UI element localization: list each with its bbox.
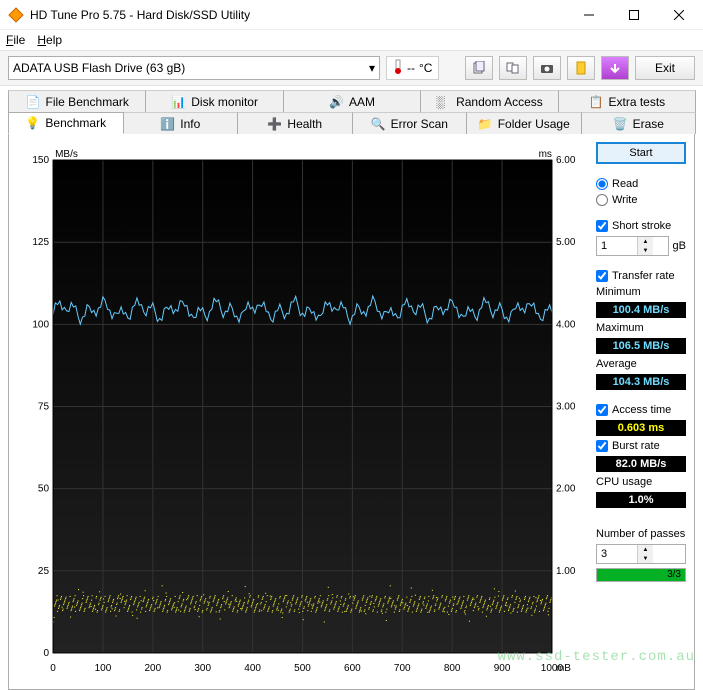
speaker-icon: 🔊 [329,95,343,109]
health-icon: ➕ [267,117,281,131]
thermometer-icon [393,59,403,78]
passes-input[interactable] [597,548,637,560]
progress-bar: 3/3 [596,568,686,582]
short-stroke-check[interactable] [596,220,608,232]
tab-file-benchmark[interactable]: 📄File Benchmark [8,90,146,112]
folder-icon: 📁 [478,117,492,131]
svg-text:0: 0 [50,663,56,674]
svg-text:300: 300 [194,663,211,674]
svg-text:500: 500 [294,663,311,674]
max-value: 106.5 MB/s [596,338,686,354]
svg-text:125: 125 [32,237,49,248]
tab-erase[interactable]: 🗑️Erase [581,112,697,134]
svg-text:ms: ms [539,149,552,160]
burst-rate-check[interactable] [596,440,608,452]
access-time-check[interactable] [596,404,608,416]
close-button[interactable] [656,0,701,29]
min-label: Minimum [596,286,686,298]
bulb-icon: 💡 [25,116,39,130]
save-button[interactable] [601,56,629,80]
magnify-icon: 🔍 [371,117,385,131]
svg-text:100: 100 [95,663,112,674]
copy-info-button[interactable] [465,56,493,80]
short-stroke-spinner[interactable]: ▲▼ [637,237,653,255]
file-icon: 📄 [26,95,40,109]
device-select-text: ADATA USB Flash Drive (63 gB) [13,61,185,75]
cpu-value: 1.0% [596,492,686,508]
options-button[interactable] [567,56,595,80]
svg-text:5.00: 5.00 [556,237,576,248]
menu-file[interactable]: File [6,33,25,47]
tabs: 📄File Benchmark 📊Disk monitor 🔊AAM ░Rand… [0,86,703,134]
passes-spinner[interactable]: ▲▼ [637,545,653,563]
read-radio[interactable] [596,178,608,190]
extra-icon: 📋 [588,95,602,109]
benchmark-chart: 0100200300400500600700800900100002550751… [17,142,588,681]
svg-text:50: 50 [38,484,50,495]
content: 0100200300400500600700800900100002550751… [8,134,695,690]
passes-label: Number of passes [596,528,686,540]
svg-text:1.00: 1.00 [556,566,576,577]
erase-icon: 🗑️ [613,117,627,131]
svg-text:MB/s: MB/s [55,149,78,160]
write-radio[interactable] [596,194,608,206]
start-button[interactable]: Start [596,142,686,164]
tab-benchmark[interactable]: 💡Benchmark [8,112,124,134]
exit-button[interactable]: Exit [635,56,695,80]
svg-text:200: 200 [144,663,161,674]
burst-value: 82.0 MB/s [596,456,686,472]
svg-text:75: 75 [38,401,50,412]
chevron-down-icon: ▾ [369,61,375,75]
svg-text:800: 800 [444,663,461,674]
short-stroke-input[interactable] [597,240,637,252]
tab-folder-usage[interactable]: 📁Folder Usage [466,112,582,134]
minimize-button[interactable] [566,0,611,29]
titlebar: HD Tune Pro 5.75 - Hard Disk/SSD Utility [0,0,703,30]
maximize-button[interactable] [611,0,656,29]
temp-unit: °C [419,61,432,75]
toolbar: ADATA USB Flash Drive (63 gB) ▾ -- °C Ex… [0,50,703,86]
tab-health[interactable]: ➕Health [237,112,353,134]
device-select[interactable]: ADATA USB Flash Drive (63 gB) ▾ [8,56,380,80]
svg-text:4.00: 4.00 [556,319,576,330]
chart-icon: 📊 [171,95,185,109]
svg-text:150: 150 [32,155,49,166]
svg-text:600: 600 [344,663,361,674]
svg-text:3.00: 3.00 [556,401,576,412]
side-panel: Start Read Write Short stroke ▲▼ gB Tran… [588,142,686,681]
tab-random-access[interactable]: ░Random Access [420,90,558,112]
screenshot-button[interactable] [533,56,561,80]
svg-text:400: 400 [244,663,261,674]
random-icon: ░ [436,95,450,109]
app-icon [8,7,24,23]
transfer-rate-check[interactable] [596,270,608,282]
menubar: File Help [0,30,703,50]
access-value: 0.603 ms [596,420,686,436]
tab-aam[interactable]: 🔊AAM [283,90,421,112]
svg-text:700: 700 [394,663,411,674]
svg-text:2.00: 2.00 [556,484,576,495]
info-icon: ℹ️ [160,117,174,131]
tab-disk-monitor[interactable]: 📊Disk monitor [145,90,283,112]
svg-text:100: 100 [32,319,49,330]
max-label: Maximum [596,322,686,334]
window-title: HD Tune Pro 5.75 - Hard Disk/SSD Utility [30,8,566,22]
tab-error-scan[interactable]: 🔍Error Scan [352,112,468,134]
temperature-indicator: -- °C [386,56,439,80]
avg-label: Average [596,358,686,370]
tab-info[interactable]: ℹ️Info [123,112,239,134]
svg-text:0: 0 [43,648,49,659]
svg-text:6.00: 6.00 [556,155,576,166]
svg-text:25: 25 [38,566,50,577]
min-value: 100.4 MB/s [596,302,686,318]
chart-area: 0100200300400500600700800900100002550751… [17,142,588,681]
watermark: www.ssd-tester.com.au [498,649,695,665]
copy-button[interactable] [499,56,527,80]
tab-extra-tests[interactable]: 📋Extra tests [558,90,696,112]
avg-value: 104.3 MB/s [596,374,686,390]
menu-help[interactable]: Help [37,33,62,47]
temp-value: -- [407,61,415,75]
cpu-label: CPU usage [596,476,686,488]
